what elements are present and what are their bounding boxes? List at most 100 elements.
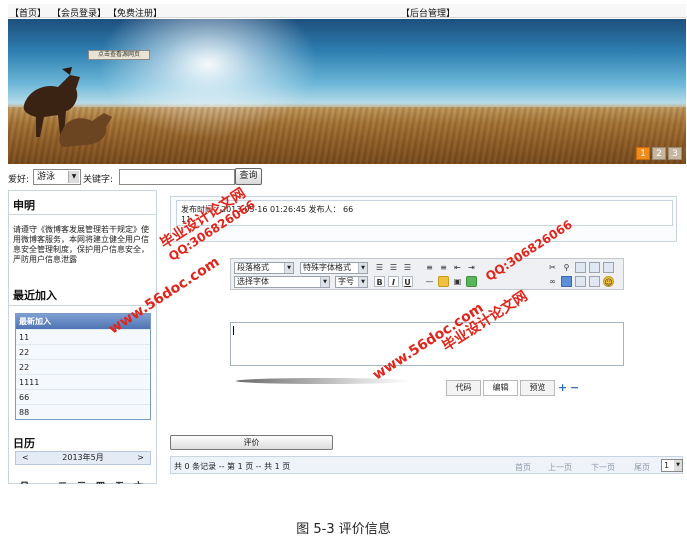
text-caret: [233, 326, 234, 335]
weekday: 二: [53, 479, 72, 484]
align-left-icon[interactable]: ☰: [374, 262, 385, 273]
media-icon[interactable]: [466, 276, 477, 287]
pager-prev[interactable]: 上一页: [548, 462, 572, 473]
tab-preview[interactable]: 预览: [520, 380, 555, 396]
flash-icon[interactable]: ▣: [452, 276, 463, 287]
pager-last[interactable]: 尾页: [634, 462, 650, 473]
calendar-title: 日历: [13, 437, 35, 450]
zoom-out-icon[interactable]: −: [570, 382, 580, 393]
list-item[interactable]: 66: [16, 389, 150, 404]
page-select[interactable]: 1 ▼: [661, 459, 683, 472]
weekday: 四: [91, 479, 110, 484]
list-item[interactable]: 22: [16, 344, 150, 359]
pager-first[interactable]: 首页: [515, 462, 531, 473]
print-icon[interactable]: [603, 262, 614, 273]
zoom-in-icon[interactable]: +: [558, 382, 568, 393]
calendar-month: 2013年5月: [62, 453, 104, 462]
horizontal-rule-icon[interactable]: —: [424, 276, 435, 287]
nav-admin[interactable]: 【后台管理】: [401, 6, 455, 19]
top-nav: 【首页】 【会员登录】 【免费注册】 【后台管理】: [8, 4, 686, 19]
bold-button[interactable]: B: [374, 276, 385, 287]
underline-button[interactable]: U: [402, 276, 413, 287]
calendar-prev-button[interactable]: <: [22, 452, 29, 464]
preview-icon[interactable]: [589, 276, 600, 287]
tab-edit[interactable]: 编辑: [483, 380, 518, 396]
align-center-icon[interactable]: ☰: [388, 262, 399, 273]
size-select[interactable]: 字号 ▼: [335, 276, 368, 288]
hobby-label: 爱好:: [8, 175, 30, 185]
special-format-value: 特殊字体格式: [303, 263, 351, 272]
sidebar: 申明 请遵守《微博客发展管理若干规定》使用微博客服务，本网将建立健全用户信息安全…: [8, 190, 157, 484]
cut-icon[interactable]: ✂: [547, 262, 558, 273]
chevron-down-icon: ▼: [358, 263, 367, 273]
query-button[interactable]: 查询: [235, 168, 262, 185]
hobby-select[interactable]: 游泳 ▼: [33, 169, 81, 185]
figure-caption: 图 5-3 评价信息: [296, 522, 391, 537]
keyword-input[interactable]: [119, 169, 235, 185]
paragraph-format-value: 段落格式: [237, 263, 269, 272]
emoticon-icon[interactable]: ☺: [603, 276, 614, 287]
notice-title: 申明: [13, 199, 35, 212]
slide-page-2[interactable]: 2: [652, 147, 666, 160]
weekday: 三: [72, 479, 91, 484]
comment-button[interactable]: 评价: [170, 435, 333, 450]
weekday: 日: [15, 479, 34, 484]
search-bar: 爱好: 游泳 ▼ 关键字: 查询: [8, 166, 686, 188]
table-icon[interactable]: [561, 276, 572, 287]
image-icon[interactable]: [438, 276, 449, 287]
horses-image: [23, 67, 112, 147]
editor-toolbar: 段落格式 ▼ 特殊字体格式 ▼ 选择字体 ▼ 字号 ▼ ☰ ☰ ☰ ≡ ≡ ⇤ ⇥ ✂ …: [230, 258, 624, 290]
banner-slideshow: 点击查看源网页 123: [8, 19, 686, 164]
chevron-down-icon: ▼: [68, 171, 79, 183]
calendar-weekdays: 日一二三四五六: [15, 479, 151, 484]
copy-icon[interactable]: [575, 262, 586, 273]
italic-button[interactable]: I: [388, 276, 399, 287]
size-select-value: 字号: [338, 277, 354, 286]
indent-icon[interactable]: ⇥: [466, 262, 477, 273]
paste-icon[interactable]: [589, 262, 600, 273]
weekday: 六: [129, 479, 148, 484]
special-char-icon[interactable]: [575, 276, 586, 287]
unordered-list-icon[interactable]: ≡: [438, 262, 449, 273]
nav-register[interactable]: 【免费注册】: [108, 6, 162, 19]
pager-next[interactable]: 下一页: [591, 462, 615, 473]
slide-page-1[interactable]: 1: [636, 147, 650, 160]
recent-title: 最近加入: [13, 289, 57, 302]
page-select-value: 1: [664, 461, 670, 470]
divider: [9, 214, 156, 215]
align-right-icon[interactable]: ☰: [402, 262, 413, 273]
find-icon[interactable]: ⚲: [561, 262, 572, 273]
hobby-value: 游泳: [37, 172, 56, 182]
outdent-icon[interactable]: ⇤: [452, 262, 463, 273]
pager-bar: 共 0 条记录 -- 第 1 页 -- 共 1 页 首页 上一页 下一页 尾页 …: [170, 456, 683, 474]
paragraph-format-select[interactable]: 段落格式 ▼: [234, 262, 294, 274]
list-item[interactable]: 11: [16, 329, 150, 344]
notice-text: 请遵守《微博客发展管理若干规定》使用微博客服务，本网将建立健全用户信息安全管理制…: [13, 225, 149, 264]
keyword-label: 关键字:: [83, 175, 114, 185]
list-item[interactable]: 22: [16, 359, 150, 374]
chevron-down-icon: ▼: [358, 277, 367, 287]
calendar-header: 2013年5月 < >: [15, 451, 151, 465]
weekday: 五: [110, 479, 129, 484]
font-select[interactable]: 选择字体 ▼: [234, 276, 330, 288]
list-item[interactable]: 1111: [16, 374, 150, 389]
calendar-next-button[interactable]: >: [137, 452, 144, 464]
link-icon[interactable]: ∞: [547, 276, 558, 287]
weekday: 一: [34, 479, 53, 484]
slide-page-3[interactable]: 3: [668, 147, 682, 160]
special-format-select[interactable]: 特殊字体格式 ▼: [300, 262, 368, 274]
chevron-down-icon: ▼: [284, 263, 293, 273]
ordered-list-icon[interactable]: ≡: [424, 262, 435, 273]
chevron-down-icon: ▼: [674, 460, 682, 471]
font-select-value: 选择字体: [237, 277, 269, 286]
pager-info: 共 0 条记录 -- 第 1 页 -- 共 1 页: [174, 462, 291, 471]
nav-home[interactable]: 【首页】: [10, 6, 46, 19]
tab-code[interactable]: 代码: [446, 380, 481, 396]
slide-pager: 123: [634, 147, 682, 160]
app-frame: 【首页】 【会员登录】 【免费注册】 【后台管理】 点击查看源网页 123 爱好…: [8, 4, 686, 484]
view-source-link[interactable]: 点击查看源网页: [88, 50, 150, 60]
chevron-down-icon: ▼: [320, 277, 329, 287]
nav-login[interactable]: 【会员登录】: [52, 6, 106, 19]
recent-list: 最新加入 11 22 22 1111 66 88: [15, 313, 151, 420]
list-item[interactable]: 88: [16, 404, 150, 419]
